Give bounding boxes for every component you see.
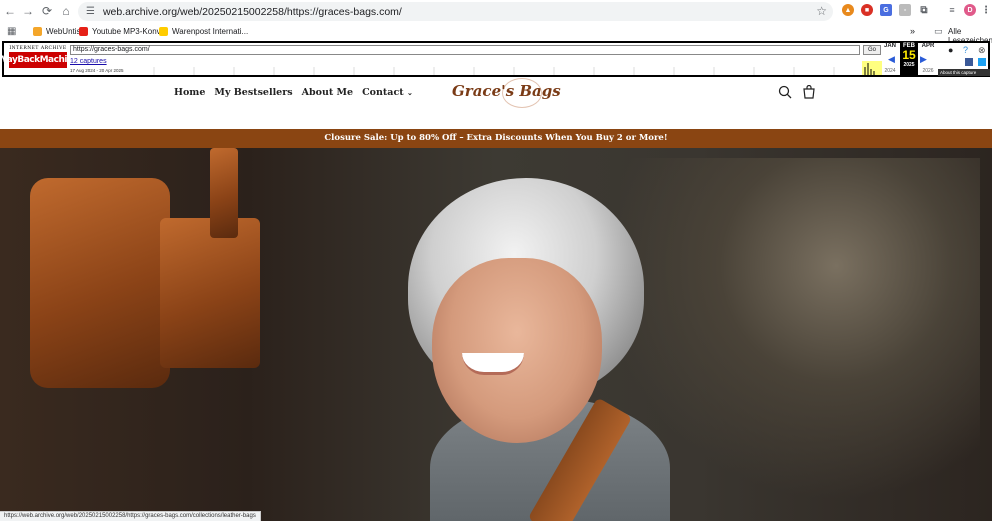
back-icon[interactable]: ← <box>0 1 20 21</box>
main-nav: Home My Bestsellers About Me Contact ⌄ <box>174 87 413 98</box>
next-month-label[interactable]: APR <box>919 43 937 49</box>
leather-strap-left <box>210 148 238 238</box>
about-capture-button[interactable]: About this capture <box>938 69 990 76</box>
facebook-icon[interactable] <box>965 58 973 66</box>
nav-contact[interactable]: Contact ⌄ <box>362 87 413 98</box>
user-icon[interactable]: ● <box>948 45 953 55</box>
chevron-down-icon: ⌄ <box>406 88 413 97</box>
help-icon[interactable]: ? <box>963 45 968 55</box>
prev-year-label: 2024 <box>884 68 896 74</box>
wayback-toolbar: INTERNET ARCHIVE WayBackMachine https://… <box>0 41 990 77</box>
site-logo[interactable]: Grace's Bags <box>452 82 561 100</box>
prev-capture-arrow-icon[interactable]: ◀ <box>888 54 895 65</box>
capture-sparkline[interactable] <box>134 57 882 75</box>
wayback-url-input[interactable]: https://graces-bags.com/ <box>70 45 860 55</box>
dhl-icon <box>159 27 168 36</box>
current-capture-date: FEB 15 2025 <box>900 43 918 75</box>
wayback-logo[interactable]: INTERNET ARCHIVE WayBackMachine <box>0 46 79 72</box>
extension-icon-1[interactable]: ▲ <box>842 4 854 16</box>
apps-grid-icon[interactable]: ▦ <box>7 26 16 37</box>
forward-icon[interactable]: → <box>18 1 38 21</box>
media-icon[interactable]: ≡ <box>946 4 958 16</box>
address-url: web.archive.org/web/20250215002258/https… <box>102 5 402 18</box>
background-blur <box>620 158 980 518</box>
browser-toolbar: ← → ⟳ ⌂ ☰ web.archive.org/web/2025021500… <box>0 0 992 23</box>
nav-bestsellers[interactable]: My Bestsellers <box>214 87 292 98</box>
twitter-icon[interactable] <box>978 58 986 66</box>
site-info-icon[interactable]: ☰ <box>86 6 95 17</box>
cart-icon[interactable] <box>802 85 816 99</box>
next-capture-arrow-icon[interactable]: ▶ <box>920 54 927 65</box>
leather-bag-pocket <box>160 218 260 368</box>
profile-avatar[interactable]: D <box>964 4 976 16</box>
status-bar-url: https://web.archive.org/web/202502150022… <box>0 511 261 521</box>
wayback-go-button[interactable]: Go <box>863 45 881 55</box>
leather-bag-left <box>30 178 170 388</box>
address-bar[interactable]: ☰ web.archive.org/web/20250215002258/htt… <box>78 2 833 21</box>
bookmarks-bar: ▦ WebUntis Youtube MP3-Konv... Warenpost… <box>0 23 992 45</box>
webuntis-icon <box>33 27 42 36</box>
extension-icon-2[interactable]: ■ <box>861 4 873 16</box>
search-icon[interactable] <box>778 85 792 99</box>
bookmark-youtube[interactable]: Youtube MP3-Konv... <box>79 27 167 36</box>
woman-face <box>432 258 602 443</box>
bookmarks-overflow-icon[interactable]: » <box>910 26 915 36</box>
home-icon[interactable]: ⌂ <box>56 1 76 21</box>
menu-kebab-icon[interactable]: ⋮ <box>980 4 992 16</box>
captures-link[interactable]: 12 captures <box>70 58 107 65</box>
extension-icon-3[interactable]: G <box>880 4 892 16</box>
bookmark-warenpost[interactable]: Warenpost Internati... <box>159 27 248 36</box>
captures-range: 17 Aug 2024 - 20 Apr 2025 <box>70 68 124 73</box>
all-bookmarks-folder-icon: ▭ <box>934 26 943 36</box>
extension-icon-4[interactable]: ▫ <box>899 4 911 16</box>
close-icon[interactable]: ⊗ <box>978 45 986 56</box>
hero-image <box>0 148 992 521</box>
nav-about[interactable]: About Me <box>302 87 354 98</box>
next-year-label: 2026 <box>922 68 934 74</box>
youtube-icon <box>79 27 88 36</box>
nav-home[interactable]: Home <box>174 87 205 98</box>
reload-icon[interactable]: ⟳ <box>37 1 57 21</box>
promo-banner[interactable]: Closure Sale: Up to 80% Off – Extra Disc… <box>0 129 992 148</box>
prev-month-label[interactable]: JAN <box>881 43 899 49</box>
extensions-puzzle-icon[interactable]: ⧉ <box>918 4 930 16</box>
bookmark-webuntis[interactable]: WebUntis <box>33 27 81 36</box>
bookmark-star-icon[interactable]: ☆ <box>816 4 827 18</box>
